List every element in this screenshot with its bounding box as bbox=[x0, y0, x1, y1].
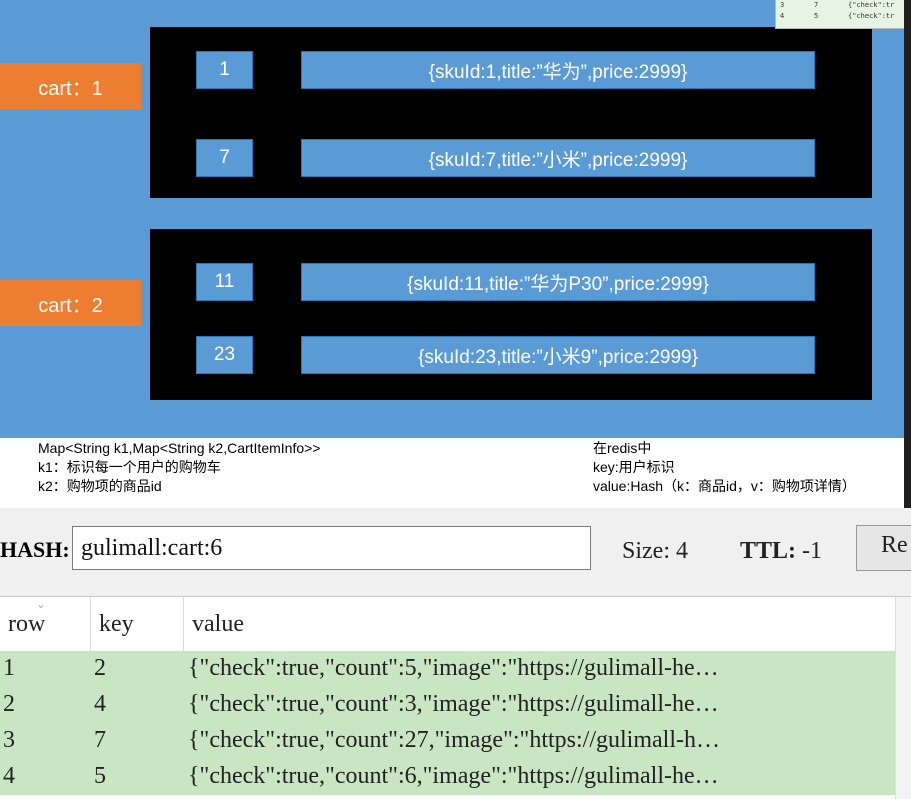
row-value: {"check":true,"count":5,"image":"https:/… bbox=[188, 655, 719, 681]
row-key: 2 bbox=[94, 655, 106, 681]
description-map-type: Map<String k1,Map<String k2,CartItemInfo… bbox=[38, 440, 321, 456]
column-divider[interactable] bbox=[183, 597, 184, 651]
column-header-key[interactable]: key bbox=[99, 597, 134, 651]
table-row[interactable]: 1 2 {"check":true,"count":5,"image":"htt… bbox=[0, 651, 895, 687]
redis-hash-viewer: HASH: Size: 4 TTL: -1 Re ⌄ row key value… bbox=[0, 508, 911, 799]
cart-2-label: cart：2 bbox=[0, 280, 141, 326]
cart-structure-diagram: cart：1 1 {skuId:1,title:”华为”,price:2999}… bbox=[0, 0, 904, 508]
cart-2-item-2-key: 23 bbox=[196, 336, 253, 374]
row-number: 2 bbox=[3, 691, 15, 717]
description-k2: k2：购物项的商品id bbox=[38, 478, 162, 494]
description-redis: 在redis中 bbox=[593, 440, 652, 456]
row-key: 7 bbox=[94, 727, 106, 753]
row-key: 5 bbox=[94, 763, 106, 789]
description-k1: k1：标识每一个用户的购物车 bbox=[38, 459, 221, 475]
row-number: 4 bbox=[3, 763, 15, 789]
cart-1-item-1-key: 1 bbox=[196, 51, 253, 89]
cart-1-item-2-value: {skuId:7,title:”小米”,price:2999} bbox=[301, 139, 815, 177]
column-header-row[interactable]: row bbox=[8, 597, 45, 651]
table-row[interactable]: 4 5 {"check":true,"count":6,"image":"htt… bbox=[0, 759, 895, 795]
row-value: {"check":true,"count":3,"image":"https:/… bbox=[188, 691, 719, 717]
row-number: 3 bbox=[3, 727, 15, 753]
description-value: value:Hash（k：商品id，v：购物项详情） bbox=[593, 478, 856, 494]
row-key: 4 bbox=[94, 691, 106, 717]
row-number: 1 bbox=[3, 655, 15, 681]
cart-1-item-1-value: {skuId:1,title:”华为”,price:2999} bbox=[301, 51, 815, 89]
diagram-description: Map<String k1,Map<String k2,CartItemInfo… bbox=[0, 438, 904, 508]
column-header-value[interactable]: value bbox=[192, 597, 244, 651]
description-key: key:用户标识 bbox=[593, 459, 675, 475]
mini-table-row: 3 7 {"check":tr bbox=[780, 1, 895, 9]
row-value: {"check":true,"count":6,"image":"https:/… bbox=[188, 763, 719, 789]
reload-button[interactable]: Re bbox=[856, 525, 911, 571]
cart-2-item-2-value: {skuId:23,title:”小米9”,price:2999} bbox=[301, 336, 815, 374]
cart-2-hash-box: 11 {skuId:11,title:”华为P30”,price:2999} 2… bbox=[150, 229, 872, 400]
hash-values-table: ⌄ row key value 1 2 {"check":true,"count… bbox=[0, 596, 911, 799]
table-row[interactable]: 2 4 {"check":true,"count":3,"image":"htt… bbox=[0, 687, 895, 723]
ttl-label: TTL: -1 bbox=[740, 538, 822, 565]
key-type-label: HASH: bbox=[0, 537, 70, 562]
cart-1-item-2-key: 7 bbox=[196, 139, 253, 177]
cart-2-item-1-value: {skuId:11,title:”华为P30”,price:2999} bbox=[301, 263, 815, 301]
cart-1-hash-box: 1 {skuId:1,title:”华为”,price:2999} 7 {sku… bbox=[150, 27, 872, 198]
mini-table-row: 4 5 {"check":tr bbox=[780, 12, 895, 20]
vertical-scrollbar[interactable] bbox=[895, 597, 911, 799]
table-row[interactable]: 3 7 {"check":true,"count":27,"image":"ht… bbox=[0, 723, 895, 759]
background-table-fragment: 3 7 {"check":tr 4 5 {"check":tr bbox=[775, 0, 905, 29]
cart-1-label: cart：1 bbox=[0, 63, 141, 109]
row-value: {"check":true,"count":27,"image":"https:… bbox=[188, 727, 720, 753]
key-name-input[interactable] bbox=[72, 526, 591, 570]
cart-2-item-1-key: 11 bbox=[196, 263, 253, 301]
column-divider[interactable] bbox=[90, 597, 91, 651]
window-edge bbox=[904, 0, 911, 508]
size-label: Size: 4 bbox=[622, 538, 688, 564]
ttl-caption: TTL: bbox=[740, 538, 797, 564]
ttl-value: -1 bbox=[796, 538, 823, 564]
